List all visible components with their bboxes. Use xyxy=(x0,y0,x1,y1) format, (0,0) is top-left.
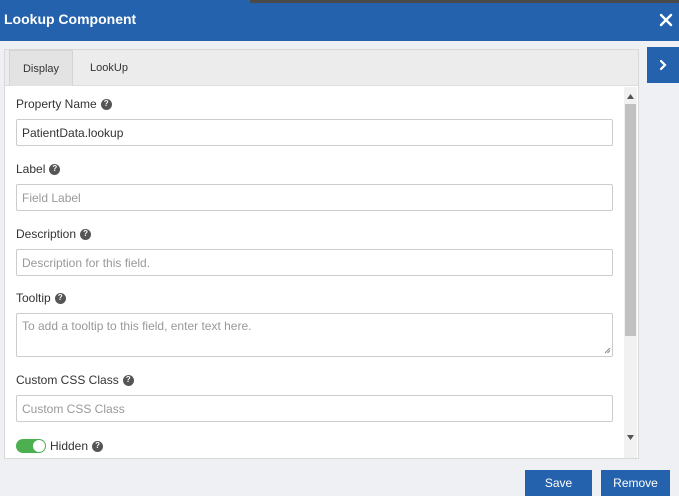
scroll-up-arrow[interactable] xyxy=(624,89,637,103)
dialog-title: Lookup Component xyxy=(4,11,137,27)
tab-display[interactable]: Display xyxy=(9,50,73,86)
form-scrollbar[interactable] xyxy=(624,87,637,458)
property-name-label: Property Name ? xyxy=(16,97,112,111)
expand-sidebar-button[interactable] xyxy=(647,47,679,83)
dialog-header: Lookup Component xyxy=(0,0,679,41)
component-settings-panel: Display LookUp Property Name ? Label ? D… xyxy=(4,49,639,459)
description-label: Description ? xyxy=(16,227,92,241)
tooltip-field-wrapper xyxy=(5,313,625,357)
help-icon[interactable]: ? xyxy=(122,374,134,386)
close-icon[interactable] xyxy=(657,11,675,29)
remove-button[interactable]: Remove xyxy=(601,470,670,496)
description-input[interactable] xyxy=(16,249,613,276)
settings-form: Property Name ? Label ? Description ? To… xyxy=(5,87,638,458)
custom-css-label: Custom CSS Class ? xyxy=(16,373,134,387)
custom-css-input[interactable] xyxy=(16,395,613,422)
help-icon[interactable]: ? xyxy=(100,98,112,110)
help-icon[interactable]: ? xyxy=(49,163,61,175)
background-toolbar-strip xyxy=(250,0,679,3)
save-button[interactable]: Save xyxy=(525,470,592,496)
tab-lookup[interactable]: LookUp xyxy=(75,50,143,86)
scroll-down-arrow[interactable] xyxy=(624,430,637,444)
label-label: Label ? xyxy=(16,162,61,176)
toggle-knob xyxy=(33,440,45,452)
help-icon[interactable]: ? xyxy=(80,228,92,240)
tooltip-label: Tooltip ? xyxy=(16,291,66,305)
help-icon[interactable]: ? xyxy=(54,292,66,304)
hidden-toggle[interactable] xyxy=(16,439,46,453)
property-name-input[interactable] xyxy=(16,119,613,146)
resize-grip-icon[interactable] xyxy=(604,347,611,354)
tab-bar: Display LookUp xyxy=(5,50,638,86)
help-icon[interactable]: ? xyxy=(92,440,104,452)
label-input[interactable] xyxy=(16,184,613,211)
chevron-right-icon xyxy=(659,59,667,71)
hidden-toggle-row: Hidden ? xyxy=(16,439,104,453)
scroll-thumb[interactable] xyxy=(625,104,636,336)
tooltip-textarea[interactable] xyxy=(16,313,613,357)
